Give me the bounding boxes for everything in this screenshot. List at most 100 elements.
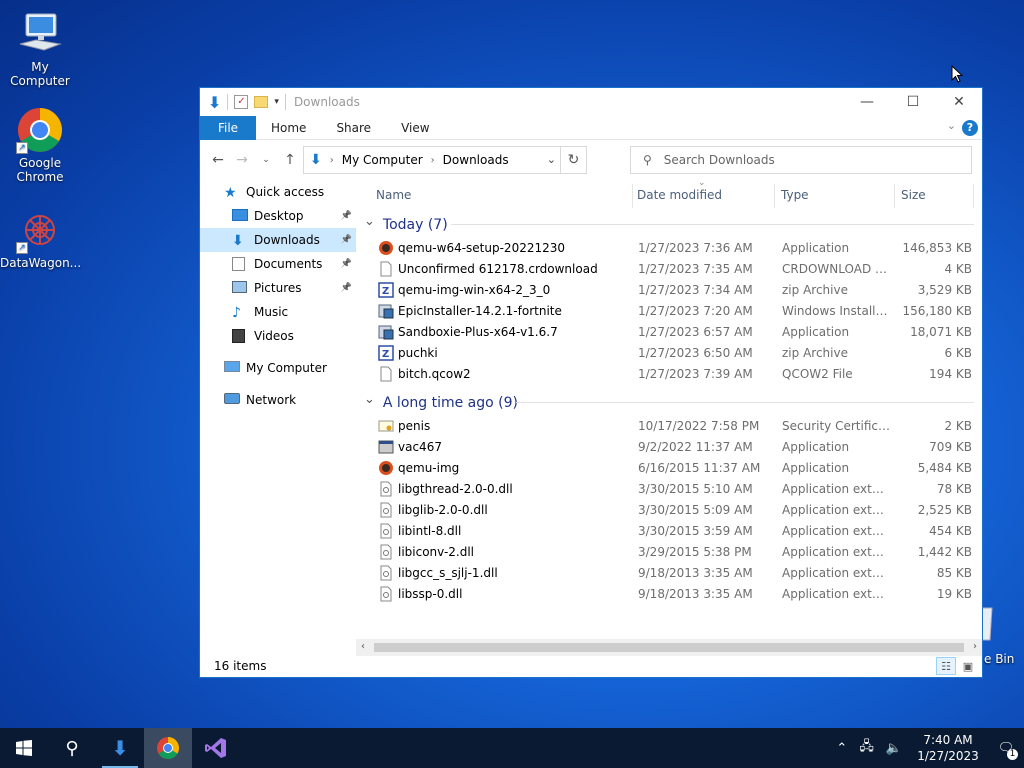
tab-home[interactable]: Home [256,121,321,135]
file-row[interactable]: qemu-w64-setup-20221230 1/27/2023 7:36 AM… [356,237,982,258]
sidebar-item-pictures[interactable]: Pictures 📌 [200,276,356,300]
tab-view[interactable]: View [386,121,444,135]
forward-button[interactable]: → [230,152,254,168]
file-row[interactable]: vac467 9/2/2022 11:37 AM Application 709 KB [356,436,982,457]
divider[interactable] [973,184,974,208]
column-size[interactable]: Size [901,188,926,202]
dll-file-icon [378,544,394,560]
column-date-modified[interactable]: Date modified [637,188,722,202]
refresh-icon[interactable]: ↻ [560,147,586,173]
scroll-left-icon[interactable]: ‹ [361,641,365,652]
address-bar[interactable]: ⬇ › My Computer › Downloads ⌄ ↻ [303,146,587,174]
start-button[interactable] [0,728,48,768]
taskbar-chrome[interactable] [144,728,192,768]
customize-dropdown-icon[interactable]: ▾ [274,97,279,107]
scrollbar-thumb[interactable] [374,643,964,652]
title-bar[interactable]: ⬇ ✓ ▾ Downloads — ☐ ✕ [200,88,982,116]
file-row[interactable]: Sandboxie-Plus-x64-v1.6.7 1/27/2023 6:57 … [356,321,982,342]
file-row[interactable]: EpicInstaller-14.2.1-fortnite 1/27/2023 7… [356,300,982,321]
sidebar-item-music[interactable]: ♪ Music [200,300,356,324]
divider[interactable] [894,184,895,208]
pin-icon[interactable]: 📌 [341,283,352,293]
large-icons-view-icon[interactable]: ▣ [958,657,978,675]
group-header[interactable]: ⌄ Today (7) [356,212,982,237]
sidebar-item-videos[interactable]: Videos [200,324,356,348]
up-button[interactable]: ↑ [278,152,302,168]
search-input[interactable]: ⚲ Search Downloads [630,146,972,174]
expand-ribbon-icon[interactable]: ⌄ [947,119,956,132]
file-name-cell: libglib-2.0-0.dll [378,502,488,518]
desktop-icon-chrome[interactable]: ↗ Google Chrome [0,106,80,184]
minimize-button[interactable]: — [844,88,890,116]
properties-icon[interactable]: ✓ [234,95,249,109]
file-row[interactable]: Zpuchki 1/27/2023 6:50 AM zip Archive 6 KB [356,342,982,363]
desktop-icon-my-computer[interactable]: My Computer [0,10,80,88]
pin-icon[interactable]: 📌 [341,211,352,221]
file-row[interactable]: libiconv-2.dll 3/29/2015 5:38 PM Applicati… [356,541,982,562]
new-folder-icon[interactable] [254,96,269,108]
file-row[interactable]: libgcc_s_sjlj-1.dll 9/18/2013 3:35 AM Appl… [356,562,982,583]
file-row[interactable]: libgthread-2.0-0.dll 3/30/2015 5:10 AM App… [356,478,982,499]
clock[interactable]: 7:40 AM 1/27/2023 [908,732,988,764]
sidebar-item-label: Quick access [246,185,325,199]
sidebar-item-label: Pictures [254,281,302,295]
tab-file[interactable]: File [200,115,256,140]
pin-icon[interactable]: 📌 [341,259,352,269]
file-name-cell: Unconfirmed 612178.crdownload [378,261,598,277]
horizontal-scrollbar[interactable]: ‹ › [356,639,982,656]
breadcrumb-my-computer[interactable]: My Computer [342,153,423,167]
file-type: Application exten... [782,481,890,496]
blank-file-icon [378,366,394,382]
breadcrumb-separator-icon[interactable]: › [431,155,435,166]
file-type: Application exten... [782,523,890,538]
taskbar-file-explorer[interactable]: ⬇ [96,728,144,768]
recent-locations-icon[interactable]: ⌄ [254,155,278,165]
sidebar-item-network[interactable]: Network [200,388,356,412]
breadcrumb-separator-icon[interactable]: › [330,155,334,166]
sidebar-item-desktop[interactable]: Desktop 📌 [200,204,356,228]
pin-icon[interactable]: 📌 [341,235,352,245]
file-type: Application [782,460,850,475]
file-row[interactable]: libglib-2.0-0.dll 3/30/2015 5:09 AM Applic… [356,499,982,520]
file-row[interactable]: libintl-8.dll 3/30/2015 3:59 AM Applicatio… [356,520,982,541]
installer-icon [378,324,394,340]
breadcrumb-downloads[interactable]: Downloads [443,153,509,167]
column-name[interactable]: Name [376,188,411,202]
file-row[interactable]: bitch.qcow2 1/27/2023 7:39 AM QCOW2 File 19… [356,363,982,384]
notifications-button[interactable]: 🗨 1 [988,728,1024,768]
sidebar-item-quick-access[interactable]: ★ Quick access [200,180,356,204]
sidebar-item-documents[interactable]: Documents 📌 [200,252,356,276]
tab-share[interactable]: Share [321,121,386,135]
file-row[interactable]: Unconfirmed 612178.crdownload 1/27/2023 7… [356,258,982,279]
close-button[interactable]: ✕ [936,88,982,116]
column-type[interactable]: Type [781,188,809,202]
address-dropdown-icon[interactable]: ⌄ [547,153,556,166]
back-button[interactable]: ← [206,152,230,168]
divider [451,224,974,225]
details-view-icon[interactable]: ☷ [936,657,956,675]
sidebar-item-downloads[interactable]: ⬇ Downloads 📌 [200,228,356,252]
divider[interactable] [774,184,775,208]
taskbar-search-button[interactable]: ⚲ [48,728,96,768]
desktop-icon-datawagon[interactable]: ↗ DataWagon... [0,206,81,270]
file-size: 3,529 KB [917,282,972,297]
volume-icon[interactable]: 🔈 [880,741,908,756]
show-hidden-icons-icon[interactable]: ⌃ [830,741,853,756]
collapse-chevron-icon[interactable]: ⌄ [364,392,375,407]
network-status-icon[interactable]: 🖧 [853,737,880,759]
collapse-chevron-icon[interactable]: ⌄ [364,214,375,229]
scroll-right-icon[interactable]: › [973,641,977,652]
file-row[interactable]: penis 10/17/2022 7:58 PM Security Certific… [356,415,982,436]
help-icon[interactable]: ? [962,120,978,136]
group-header[interactable]: ⌄ A long time ago (9) [356,390,982,415]
maximize-button[interactable]: ☐ [890,88,936,116]
status-bar: 16 items ☷ ▣ [200,655,982,677]
file-name: qemu-img-win-x64-2_3_0 [398,282,551,297]
sidebar-item-my-computer[interactable]: My Computer [200,356,356,380]
taskbar-visual-studio[interactable] [192,728,240,768]
file-row[interactable]: Zqemu-img-win-x64-2_3_0 1/27/2023 7:34 AM… [356,279,982,300]
shortcut-arrow-icon: ↗ [16,142,28,154]
file-row[interactable]: libssp-0.dll 9/18/2013 3:35 AM Application… [356,583,982,604]
divider[interactable] [632,184,633,208]
file-row[interactable]: qemu-img 6/16/2015 11:37 AM Application 5,4… [356,457,982,478]
